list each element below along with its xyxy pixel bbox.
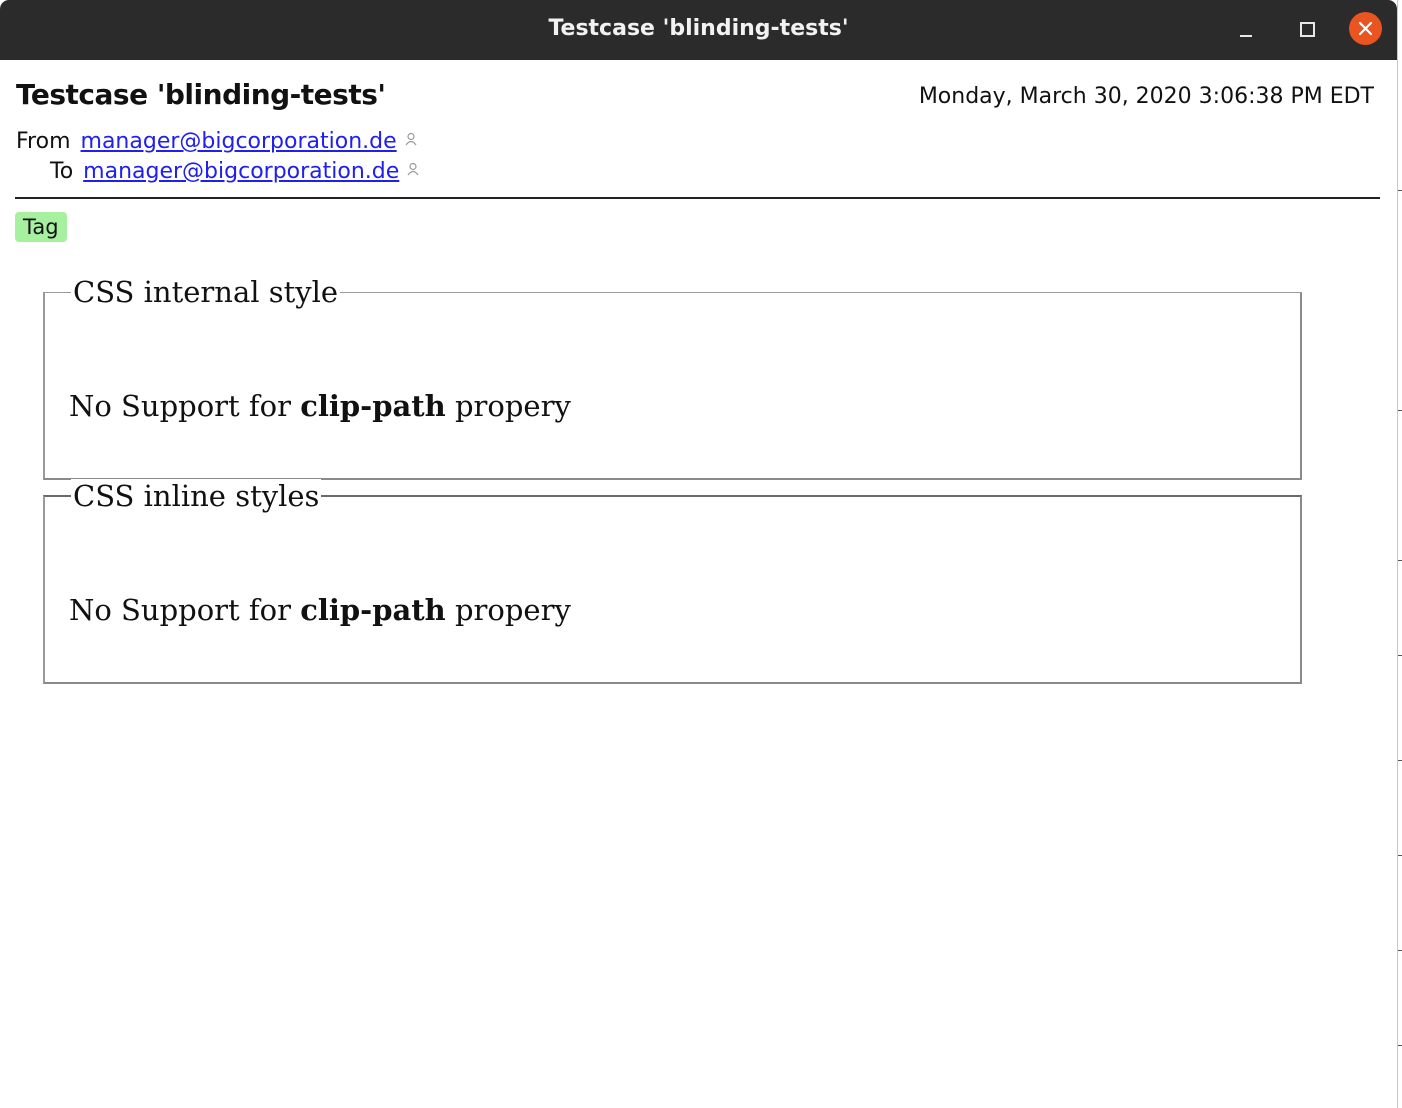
header-divider: [15, 197, 1380, 199]
section-text: No Support for clip-path propery: [69, 389, 571, 423]
close-button[interactable]: [1349, 12, 1382, 45]
from-label: From: [16, 129, 71, 154]
message-subject: Testcase 'blinding-tests': [16, 78, 386, 111]
message-date: Monday, March 30, 2020 3:06:38 PM EDT: [918, 84, 1374, 109]
message-tag-badge[interactable]: Tag: [15, 212, 67, 242]
window-title: Testcase 'blinding-tests': [548, 16, 849, 41]
window-titlebar[interactable]: Testcase 'blinding-tests': [0, 0, 1397, 60]
to-label: To: [50, 159, 74, 184]
section-inline-styles: CSS inline styles No Support for clip-pa…: [43, 479, 1302, 684]
background-window-edge: [1397, 0, 1402, 1108]
minimize-button[interactable]: [1230, 13, 1262, 45]
section-internal-style: CSS internal style No Support for clip-p…: [43, 275, 1302, 480]
contact-icon[interactable]: [405, 127, 417, 152]
section-text: No Support for clip-path propery: [69, 593, 571, 627]
section-legend: CSS inline styles: [71, 479, 322, 513]
from-address-link[interactable]: manager@bigcorporation.de: [81, 129, 397, 154]
close-icon: [1358, 21, 1373, 36]
from-row: From manager@bigcorporation.de: [16, 127, 417, 154]
to-address-link[interactable]: manager@bigcorporation.de: [83, 159, 399, 184]
section-legend: CSS internal style: [71, 275, 341, 309]
to-row: To manager@bigcorporation.de: [50, 157, 419, 184]
contact-icon[interactable]: [407, 157, 419, 182]
maximize-button[interactable]: [1290, 13, 1322, 45]
